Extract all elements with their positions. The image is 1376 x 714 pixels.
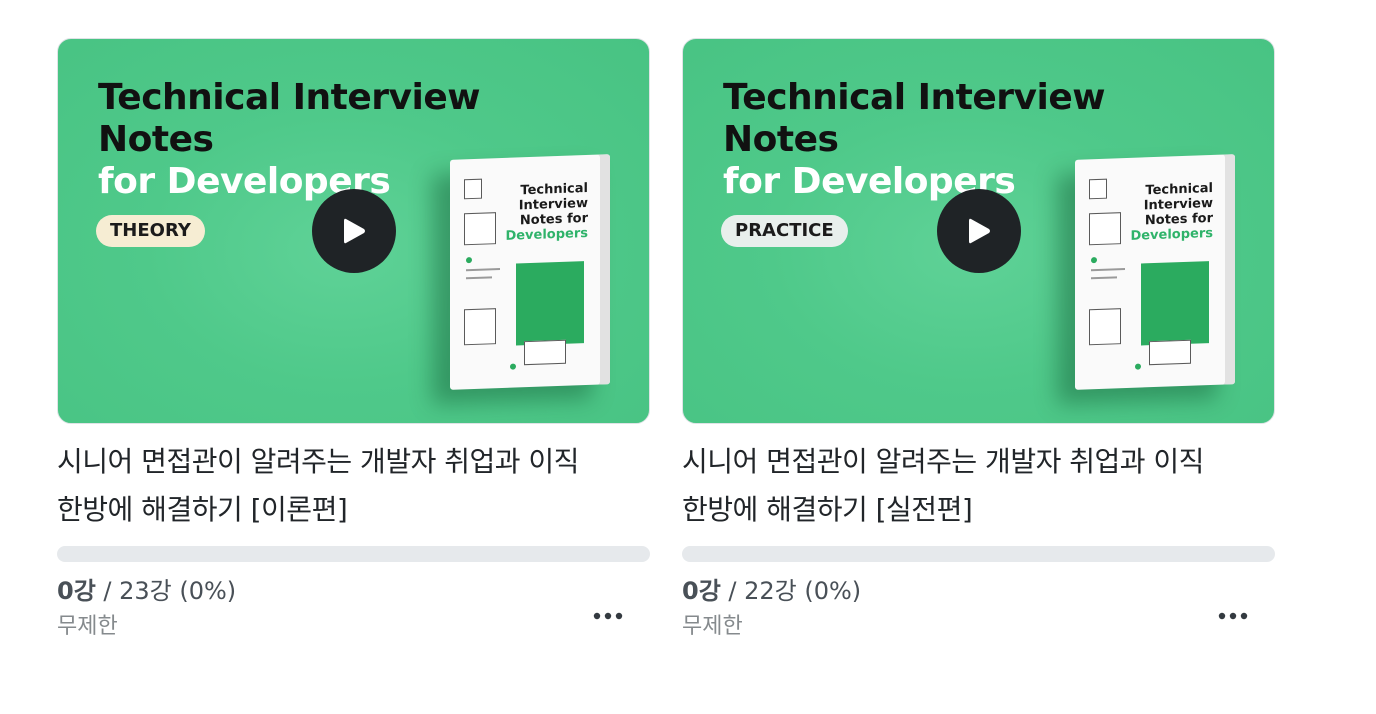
book-illustration [1089,308,1121,346]
course-card[interactable]: Technical Interview Notes for Developers… [57,38,650,664]
book-cover-image: Technical Interview Notes for Developers [450,154,610,390]
lecture-count-total: / 22강 (0%) [720,577,862,605]
thumbnail-badge: PRACTICE [721,215,848,247]
thumbnail-title: Technical Interview Notes for Developers [723,77,1106,203]
book-illustration [524,339,566,366]
course-card[interactable]: Technical Interview Notes for Developers… [682,38,1275,664]
thumbnail-badge: THEORY [96,215,205,247]
book-illustration [1141,261,1209,346]
book-cover-title: Technical Interview Notes for Developers [505,181,588,244]
book-illustration [1091,268,1125,272]
book-illustration [466,276,492,280]
lecture-count-done: 0강 [57,577,96,605]
book-illustration [1091,276,1117,280]
access-period: 무제한 [682,614,743,639]
lecture-count-done: 0강 [682,577,721,605]
play-button[interactable] [312,189,396,273]
book-cover-line: Developers [505,225,588,244]
book-cover-title: Technical Interview Notes for Developers [1130,181,1213,244]
more-options-button[interactable] [588,596,628,636]
course-title-line: 시니어 면접관이 알려주는 개발자 취업과 이직 [682,445,1204,478]
course-meta: 0강 / 23강 (0%) 무제한 [57,574,650,664]
thumbnail-title-line: Technical Interview [723,77,1106,118]
book-illustration [1089,178,1107,200]
progress-bar [682,546,1275,562]
course-title[interactable]: 시니어 면접관이 알려주는 개발자 취업과 이직 한방에 해결하기 [이론편] [57,438,650,534]
course-title-line: 한방에 해결하기 [실전편] [682,493,973,526]
book-illustration [464,308,496,346]
book-illustration [1091,257,1097,264]
book-cover-line: Developers [1130,225,1213,244]
thumbnail-title-line: for Developers [723,161,1016,202]
thumbnail-title: Technical Interview Notes for Developers [98,77,481,203]
course-meta: 0강 / 22강 (0%) 무제한 [682,574,1275,664]
progress-bar [57,546,650,562]
thumbnail-title-line: Notes [723,119,839,160]
lecture-count: 0강 / 22강 (0%) [682,574,1275,608]
more-icon [1218,612,1248,620]
thumbnail-title-line: Technical Interview [98,77,481,118]
course-title[interactable]: 시니어 면접관이 알려주는 개발자 취업과 이직 한방에 해결하기 [실전편] [682,438,1275,534]
book-illustration [516,261,584,346]
book-illustration [510,363,516,370]
book-illustration [466,257,472,264]
book-illustration [1135,363,1141,370]
course-thumbnail[interactable]: Technical Interview Notes for Developers… [682,38,1275,424]
play-icon [344,218,365,244]
lecture-count-total: / 23강 (0%) [95,577,237,605]
book-illustration [464,212,496,246]
thumbnail-title-line: Notes [98,119,214,160]
play-button[interactable] [937,189,1021,273]
course-grid: Technical Interview Notes for Developers… [0,0,1376,714]
lecture-count: 0강 / 23강 (0%) [57,574,650,608]
course-title-line: 시니어 면접관이 알려주는 개발자 취업과 이직 [57,445,579,478]
book-illustration [1149,339,1191,366]
book-cover-image: Technical Interview Notes for Developers [1075,154,1235,390]
book-illustration [466,268,500,272]
play-icon [969,218,990,244]
thumbnail-title-line: for Developers [98,161,391,202]
course-title-line: 한방에 해결하기 [이론편] [57,493,348,526]
book-illustration [1089,212,1121,246]
course-thumbnail[interactable]: Technical Interview Notes for Developers… [57,38,650,424]
access-period: 무제한 [57,614,118,639]
more-options-button[interactable] [1213,596,1253,636]
more-icon [593,612,623,620]
book-illustration [464,178,482,200]
